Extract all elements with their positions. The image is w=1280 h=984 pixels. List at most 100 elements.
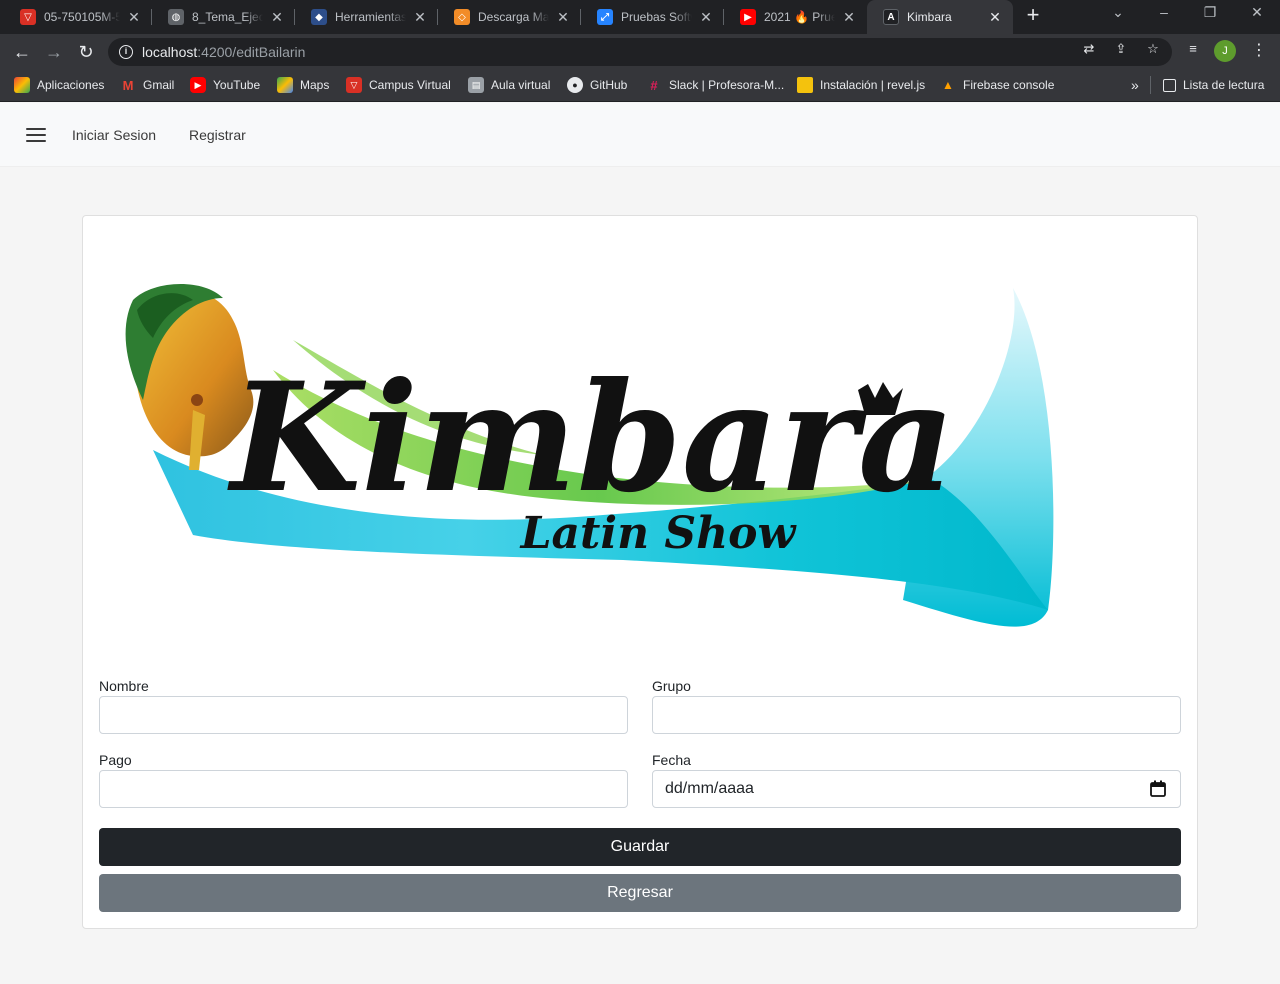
reload-icon[interactable]: ↻ [74, 40, 98, 64]
site-info-icon[interactable]: i [119, 45, 133, 59]
minimize-icon[interactable]: – [1152, 4, 1176, 20]
profile-avatar[interactable]: J [1214, 40, 1236, 62]
bookmark-aula-virtual[interactable]: ▤ Aula virtual [468, 70, 550, 100]
bookmark-firebase[interactable]: ▲ Firebase console [940, 70, 1054, 100]
browser-tab[interactable]: ▽ 05-750105M-5 ✕ [4, 0, 152, 34]
jira-favicon-icon: ⤢ [597, 9, 613, 25]
hamburger-menu-icon[interactable] [26, 128, 46, 142]
address-bar[interactable]: i localhost:4200/editBailarin [108, 38, 1172, 66]
save-button[interactable]: Guardar [99, 828, 1181, 866]
back-button[interactable]: Regresar [99, 874, 1181, 912]
firebase-icon: ▲ [942, 78, 954, 92]
pago-label: Pago [99, 752, 132, 768]
tab-title: Kimbara [907, 10, 952, 24]
address-url: localhost:4200/editBailarin [142, 44, 306, 60]
logo-title: Kimbara [227, 350, 955, 526]
reading-list-label: Lista de lectura [1183, 78, 1265, 92]
tab-strip: ▽ 05-750105M-5 ✕ ◍ 8_Tema_Ejecuc ✕ ◆ Her… [0, 0, 1280, 34]
app-navbar: Iniciar Sesion Registrar [0, 103, 1280, 167]
tab-close-icon[interactable]: ✕ [987, 9, 1003, 26]
bookmark-label: Aplicaciones [37, 78, 105, 92]
tab-close-icon[interactable]: ✕ [698, 9, 714, 26]
browser-toolbar: ← → ↻ i localhost:4200/editBailarin ⇄ ⇪ … [0, 34, 1280, 70]
youtube-favicon-icon: ▶ [740, 9, 756, 25]
bookmark-github[interactable]: ● GitHub [567, 70, 627, 100]
bookmark-label: Maps [300, 78, 330, 92]
moodle-icon: ▤ [468, 77, 484, 93]
globe-favicon-icon: ◍ [168, 9, 184, 25]
maps-icon [277, 77, 293, 93]
pago-input[interactable] [99, 770, 628, 808]
github-icon: ● [567, 77, 583, 93]
browser-tab[interactable]: ◇ Descarga Mant ✕ [438, 0, 581, 34]
grupo-label: Grupo [652, 678, 691, 694]
bookmark-label: Instalación | revel.js [820, 78, 926, 92]
angular-favicon-icon: A [883, 9, 899, 25]
bookmark-slack[interactable]: # Slack | Profesora-M... [646, 70, 784, 100]
share-icon[interactable]: ⇪ [1112, 40, 1130, 58]
reading-list-icon [1163, 78, 1176, 92]
grupo-input[interactable] [652, 696, 1181, 734]
fecha-label: Fecha [652, 752, 691, 768]
bookmark-reveljs[interactable]: Instalación | revel.js [797, 70, 925, 100]
tab-title: 2021 🔥 Prueb [764, 10, 835, 24]
bookmarks-bar: Aplicaciones M Gmail ▶ YouTube Maps ▽ Ca… [0, 70, 1280, 102]
bookmark-label: Slack | Profesora-M... [669, 78, 785, 92]
bookmark-star-icon[interactable]: ☆ [1144, 40, 1162, 58]
tab-title: 05-750105M-5 [44, 10, 120, 24]
reading-list[interactable]: Lista de lectura [1150, 76, 1264, 94]
browser-menu-icon[interactable]: ⋮ [1250, 40, 1268, 62]
browser-tab-active[interactable]: A Kimbara ✕ [867, 0, 1013, 34]
bookmark-gmail[interactable]: M Gmail [120, 70, 175, 100]
tab-close-icon[interactable]: ✕ [126, 9, 142, 26]
nombre-input[interactable] [99, 696, 628, 734]
tab-title: Herramientas d [335, 10, 406, 24]
register-link[interactable]: Registrar [189, 127, 246, 143]
forward-icon[interactable]: → [42, 40, 66, 64]
download-favicon-icon: ◇ [454, 9, 470, 25]
bookmark-label: Aula virtual [491, 78, 551, 92]
bookmark-label: Gmail [143, 78, 175, 92]
graduation-favicon-icon: ◆ [311, 9, 327, 25]
close-window-icon[interactable]: ✕ [1245, 4, 1269, 21]
apps-grid-icon [14, 77, 30, 93]
browser-tab[interactable]: ◆ Herramientas d ✕ [295, 0, 438, 34]
browser-tab[interactable]: ⤢ Pruebas Softw ✕ [581, 0, 724, 34]
bookmark-youtube[interactable]: ▶ YouTube [190, 70, 260, 100]
campus-favicon-icon: ▽ [20, 9, 36, 25]
browser-tab[interactable]: ◍ 8_Tema_Ejecuc ✕ [152, 0, 295, 34]
logo-subtitle: Latin Show [519, 508, 798, 559]
tab-close-icon[interactable]: ✕ [412, 9, 428, 26]
bookmark-label: Firebase console [963, 78, 1055, 92]
nombre-label: Nombre [99, 678, 149, 694]
tab-close-icon[interactable]: ✕ [269, 9, 285, 26]
login-link[interactable]: Iniciar Sesion [72, 127, 156, 143]
fecha-date-input[interactable]: dd/mm/aaaa [652, 770, 1181, 808]
tab-title: Pruebas Softw [621, 10, 692, 24]
tab-title: 8_Tema_Ejecuc [192, 10, 263, 24]
translate-icon[interactable]: ⇄ [1080, 40, 1098, 58]
youtube-icon: ▶ [190, 77, 206, 93]
bookmark-label: GitHub [590, 78, 628, 92]
bookmark-aplicaciones[interactable]: Aplicaciones [14, 70, 104, 100]
tab-close-icon[interactable]: ✕ [555, 9, 571, 26]
fecha-placeholder: dd/mm/aaaa [665, 780, 754, 797]
edit-dancer-card: Kimbara Latin Show Nombre Grupo Pago Fec… [82, 215, 1198, 929]
kimbara-logo: Kimbara Latin Show [125, 283, 1054, 627]
new-tab-icon[interactable]: + [1021, 4, 1045, 28]
tab-close-icon[interactable]: ✕ [841, 9, 857, 26]
restore-icon[interactable]: ❐ [1198, 4, 1222, 21]
bookmark-label: Campus Virtual [369, 78, 451, 92]
bookmark-campus-virtual[interactable]: ▽ Campus Virtual [346, 70, 451, 100]
folder-icon [797, 77, 813, 93]
tab-search-icon[interactable]: ⌄ [1106, 4, 1130, 21]
bookmark-maps[interactable]: Maps [277, 70, 329, 100]
slack-icon: # [650, 77, 658, 93]
bookmarks-overflow-icon[interactable]: » [1131, 70, 1139, 100]
browser-tab[interactable]: ▶ 2021 🔥 Prueb ✕ [724, 0, 867, 34]
bookmark-label: YouTube [213, 78, 261, 92]
back-icon[interactable]: ← [10, 40, 34, 64]
media-control-icon[interactable]: ≡ [1184, 40, 1202, 58]
calendar-icon[interactable] [1150, 780, 1166, 797]
gmail-icon: M [122, 77, 134, 93]
